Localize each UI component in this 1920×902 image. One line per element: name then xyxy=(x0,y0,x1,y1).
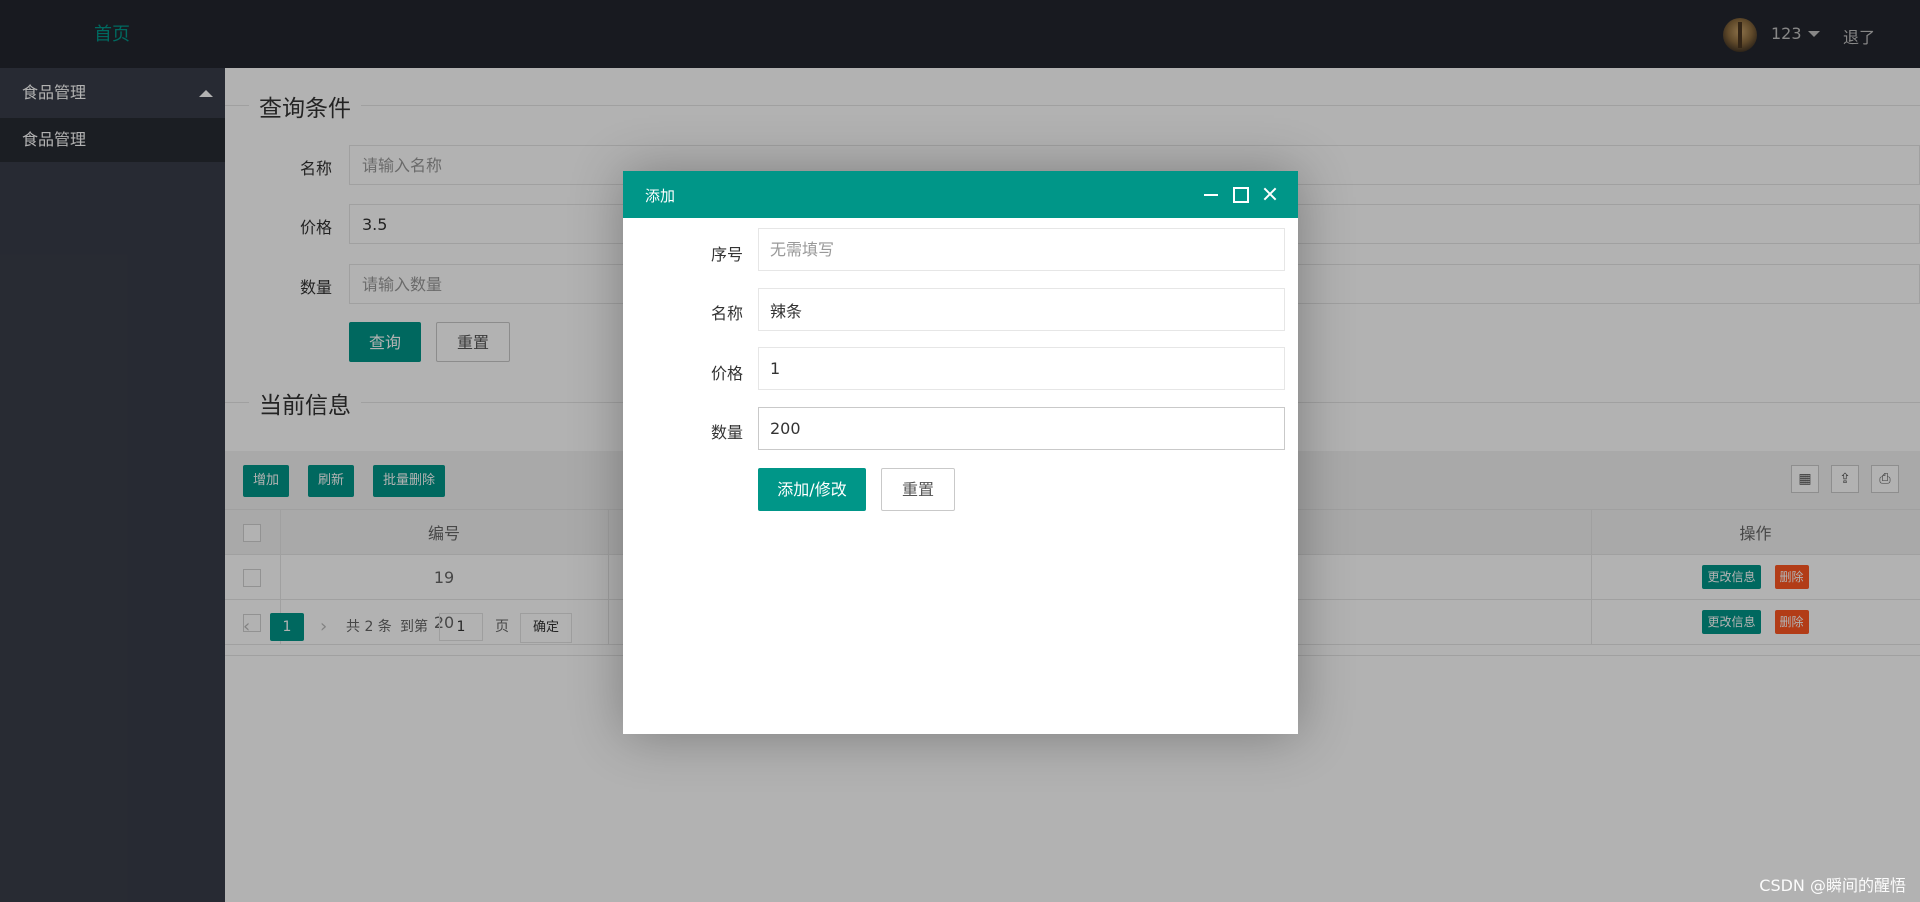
minimize-icon[interactable] xyxy=(1201,184,1221,204)
maximize-icon[interactable] xyxy=(1230,184,1250,204)
dialog-reset-button[interactable]: 重置 xyxy=(881,468,955,511)
price-input[interactable] xyxy=(758,347,1285,390)
seq-input[interactable] xyxy=(758,228,1285,271)
dialog-label-quantity: 数量 xyxy=(710,423,743,442)
add-dialog: 添加 序号 名称 价格 数量 添加/修改 重置 xyxy=(623,171,1298,734)
watermark: CSDN @瞬间的醒悟 xyxy=(1759,876,1906,895)
submit-button[interactable]: 添加/修改 xyxy=(758,468,866,511)
dialog-header: 添加 xyxy=(623,171,1298,218)
close-icon[interactable] xyxy=(1260,184,1280,204)
dialog-label-name: 名称 xyxy=(710,304,743,323)
name-input[interactable] xyxy=(758,288,1285,331)
dialog-title: 添加 xyxy=(645,187,676,205)
dialog-label-seq: 序号 xyxy=(710,245,743,264)
quantity-input[interactable] xyxy=(758,407,1285,450)
dialog-label-price: 价格 xyxy=(710,364,743,383)
